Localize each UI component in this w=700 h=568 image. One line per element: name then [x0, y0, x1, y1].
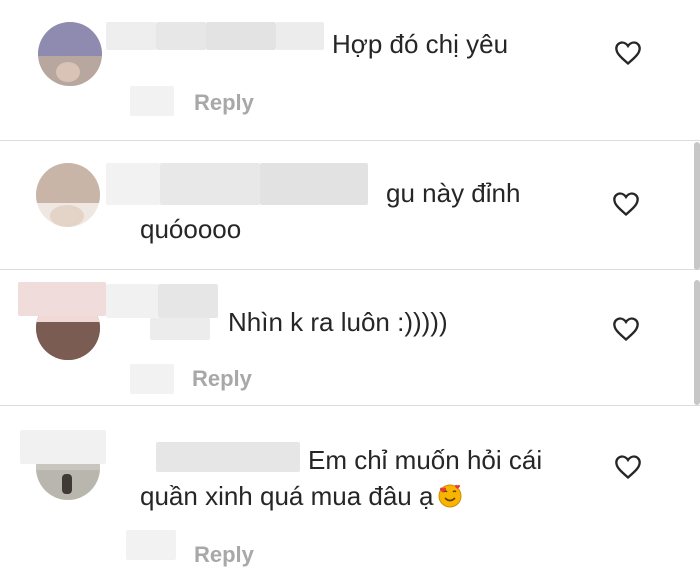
- comment-item: Em chỉ muốn hỏi cái quần xinh quá mua đâ…: [0, 406, 700, 568]
- username-redacted[interactable]: [158, 284, 218, 318]
- heart-icon[interactable]: [612, 191, 640, 217]
- reply-button[interactable]: Reply: [194, 542, 254, 568]
- scrollbar-thumb[interactable]: [694, 142, 700, 270]
- avatar[interactable]: [38, 22, 102, 86]
- username-redacted[interactable]: [156, 22, 206, 50]
- comment-text: Hợp đó chị yêu: [332, 29, 509, 59]
- username-redacted[interactable]: [156, 442, 300, 472]
- comment-text-line-1: gu này đỉnh: [386, 178, 521, 208]
- comment-text-line-1: Em chỉ muốn hỏi cái: [308, 445, 543, 475]
- username-redacted[interactable]: [106, 22, 156, 50]
- username-redacted[interactable]: [160, 163, 260, 205]
- smiling-face-with-hearts-icon: [438, 484, 462, 508]
- heart-icon[interactable]: [614, 40, 642, 66]
- username-redacted[interactable]: [150, 318, 210, 340]
- timestamp-redacted: [130, 364, 174, 394]
- comment-item: Nhìn k ra luôn :))))) Reply: [0, 270, 700, 405]
- comment-item: Hợp đó chị yêu Reply: [0, 0, 700, 140]
- comment-text-line-2: quần xinh quá mua đâu ạ: [140, 478, 463, 514]
- timestamp-redacted: [126, 530, 176, 560]
- username-redacted[interactable]: [106, 163, 160, 205]
- heart-icon[interactable]: [614, 454, 642, 480]
- username-redacted[interactable]: [206, 22, 276, 50]
- timestamp-redacted: [130, 86, 174, 116]
- username-redacted[interactable]: [20, 430, 106, 464]
- comment-item: gu này đỉnh quóoooo: [0, 141, 700, 269]
- scrollbar-thumb[interactable]: [694, 280, 700, 405]
- comment-text-line-2-content: quần xinh quá mua đâu ạ: [140, 481, 434, 511]
- heart-icon[interactable]: [612, 316, 640, 342]
- username-redacted[interactable]: [18, 282, 106, 316]
- avatar[interactable]: [36, 163, 100, 227]
- comment-text: Nhìn k ra luôn :))))): [228, 307, 448, 337]
- username-redacted[interactable]: [106, 284, 158, 318]
- username-redacted[interactable]: [260, 163, 368, 205]
- username-redacted[interactable]: [276, 22, 324, 50]
- reply-button[interactable]: Reply: [194, 90, 254, 116]
- comment-text-line-2: quóoooo: [140, 214, 242, 244]
- reply-button[interactable]: Reply: [192, 366, 252, 392]
